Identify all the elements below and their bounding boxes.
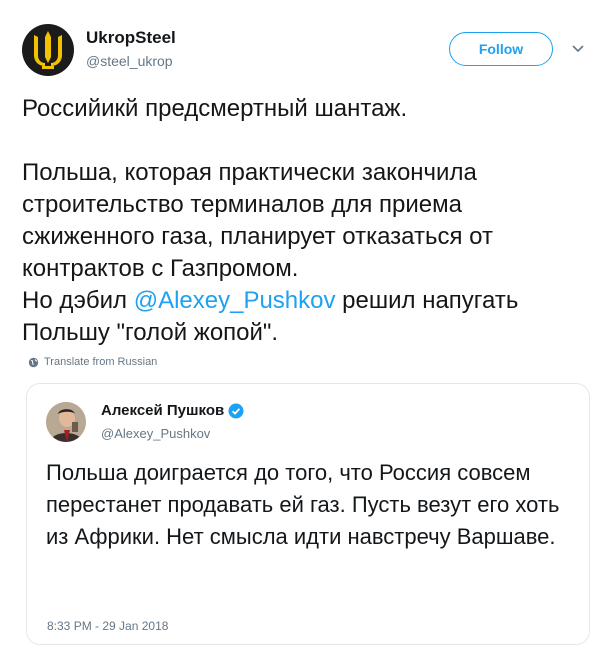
tweet-header: UkropSteel @steel_ukrop Follow [0, 0, 606, 90]
verified-badge-icon [228, 403, 244, 418]
tweet-line-3-before: Но дэбил [22, 287, 134, 314]
quoted-author-avatar[interactable] [46, 402, 86, 442]
mention-link[interactable]: @Alexey_Pushkov [134, 287, 336, 314]
chevron-down-icon[interactable] [571, 44, 585, 54]
tweet-line-1: Российикй предсмертный шантаж. [22, 95, 408, 122]
quoted-author-handle[interactable]: @Alexey_Pushkov [101, 426, 210, 441]
translate-link[interactable]: Translate from Russian [28, 356, 157, 368]
quoted-author-name[interactable]: Алексей Пушков [101, 402, 224, 419]
quoted-timestamp[interactable]: 8:33 PM - 29 Jan 2018 [47, 619, 168, 633]
profile-photo-icon [46, 402, 86, 442]
quoted-tweet-text: Польша доиграется до того, что Россия со… [46, 460, 560, 549]
translate-label[interactable]: Translate from Russian [44, 356, 157, 368]
quoted-author-name-row[interactable]: Алексей Пушков [101, 402, 244, 419]
author-name[interactable]: UkropSteel [86, 28, 176, 48]
tweet-line-2: Польша, которая практически закончила ст… [22, 159, 493, 282]
globe-icon [28, 357, 39, 367]
trident-logo-icon [34, 31, 62, 69]
author-avatar[interactable] [22, 24, 74, 76]
follow-button[interactable]: Follow [449, 32, 553, 66]
author-handle[interactable]: @steel_ukrop [86, 53, 173, 69]
quoted-tweet[interactable]: Алексей Пушков @Alexey_Pushkov Польша до… [26, 383, 590, 645]
tweet-text: Российикй предсмертный шантаж. Польша, к… [22, 93, 592, 349]
